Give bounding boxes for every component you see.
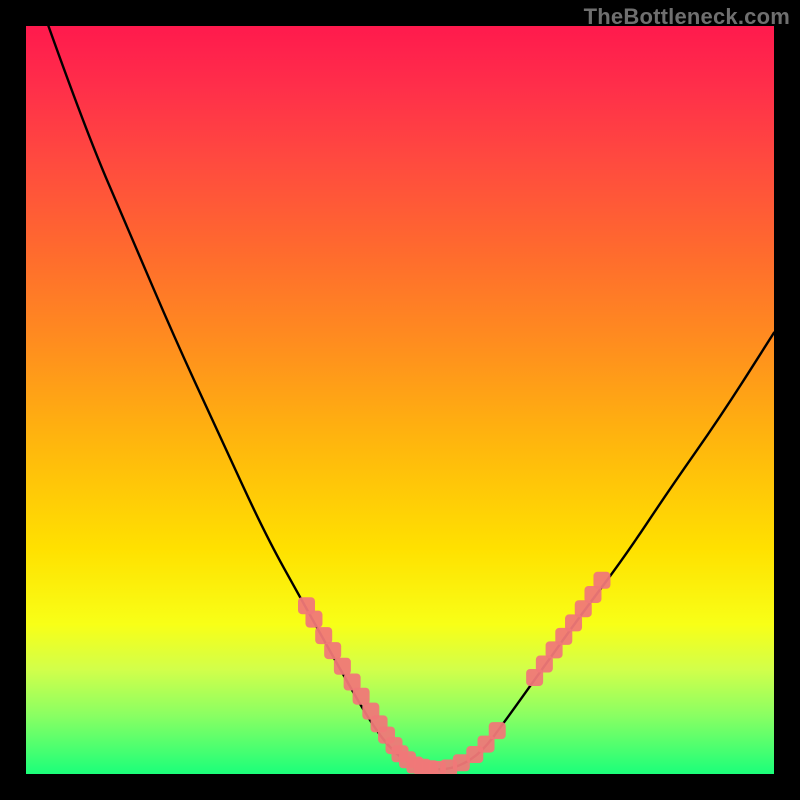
- highlight-dot: [386, 737, 403, 754]
- highlight-dot: [344, 674, 361, 691]
- highlight-dot: [353, 688, 370, 705]
- highlight-dot: [421, 760, 438, 774]
- highlight-dot: [478, 736, 495, 753]
- highlight-dot: [362, 703, 379, 720]
- highlight-dot: [575, 600, 592, 617]
- highlight-dot: [305, 611, 322, 628]
- highlight-dot: [489, 722, 506, 739]
- highlight-dot: [593, 572, 610, 589]
- highlight-dot: [466, 746, 483, 763]
- plot-area: [26, 26, 774, 774]
- highlight-dot: [546, 641, 563, 658]
- watermark-text: TheBottleneck.com: [584, 4, 790, 30]
- main-curve-path: [48, 26, 774, 769]
- highlight-dot: [555, 628, 572, 645]
- highlight-dot: [565, 614, 582, 631]
- highlight-dot: [429, 761, 446, 774]
- highlight-dot: [378, 727, 395, 744]
- highlight-dot: [414, 759, 431, 774]
- highlight-dot: [324, 642, 341, 659]
- curve-layer: [26, 26, 774, 774]
- highlight-dot: [453, 754, 470, 771]
- highlight-dots: [298, 572, 610, 774]
- highlight-dot: [399, 751, 416, 768]
- highlight-dot: [406, 757, 423, 774]
- highlight-dot: [315, 627, 332, 644]
- highlight-dot: [298, 597, 315, 614]
- highlight-dot: [526, 669, 543, 686]
- highlight-dot: [334, 658, 351, 675]
- highlight-dot: [584, 586, 601, 603]
- highlight-dot: [536, 656, 553, 673]
- main-curve: [48, 26, 774, 769]
- highlight-dot: [392, 745, 409, 762]
- chart-frame: TheBottleneck.com: [0, 0, 800, 800]
- highlight-dot: [440, 760, 457, 774]
- highlight-dot: [371, 715, 388, 732]
